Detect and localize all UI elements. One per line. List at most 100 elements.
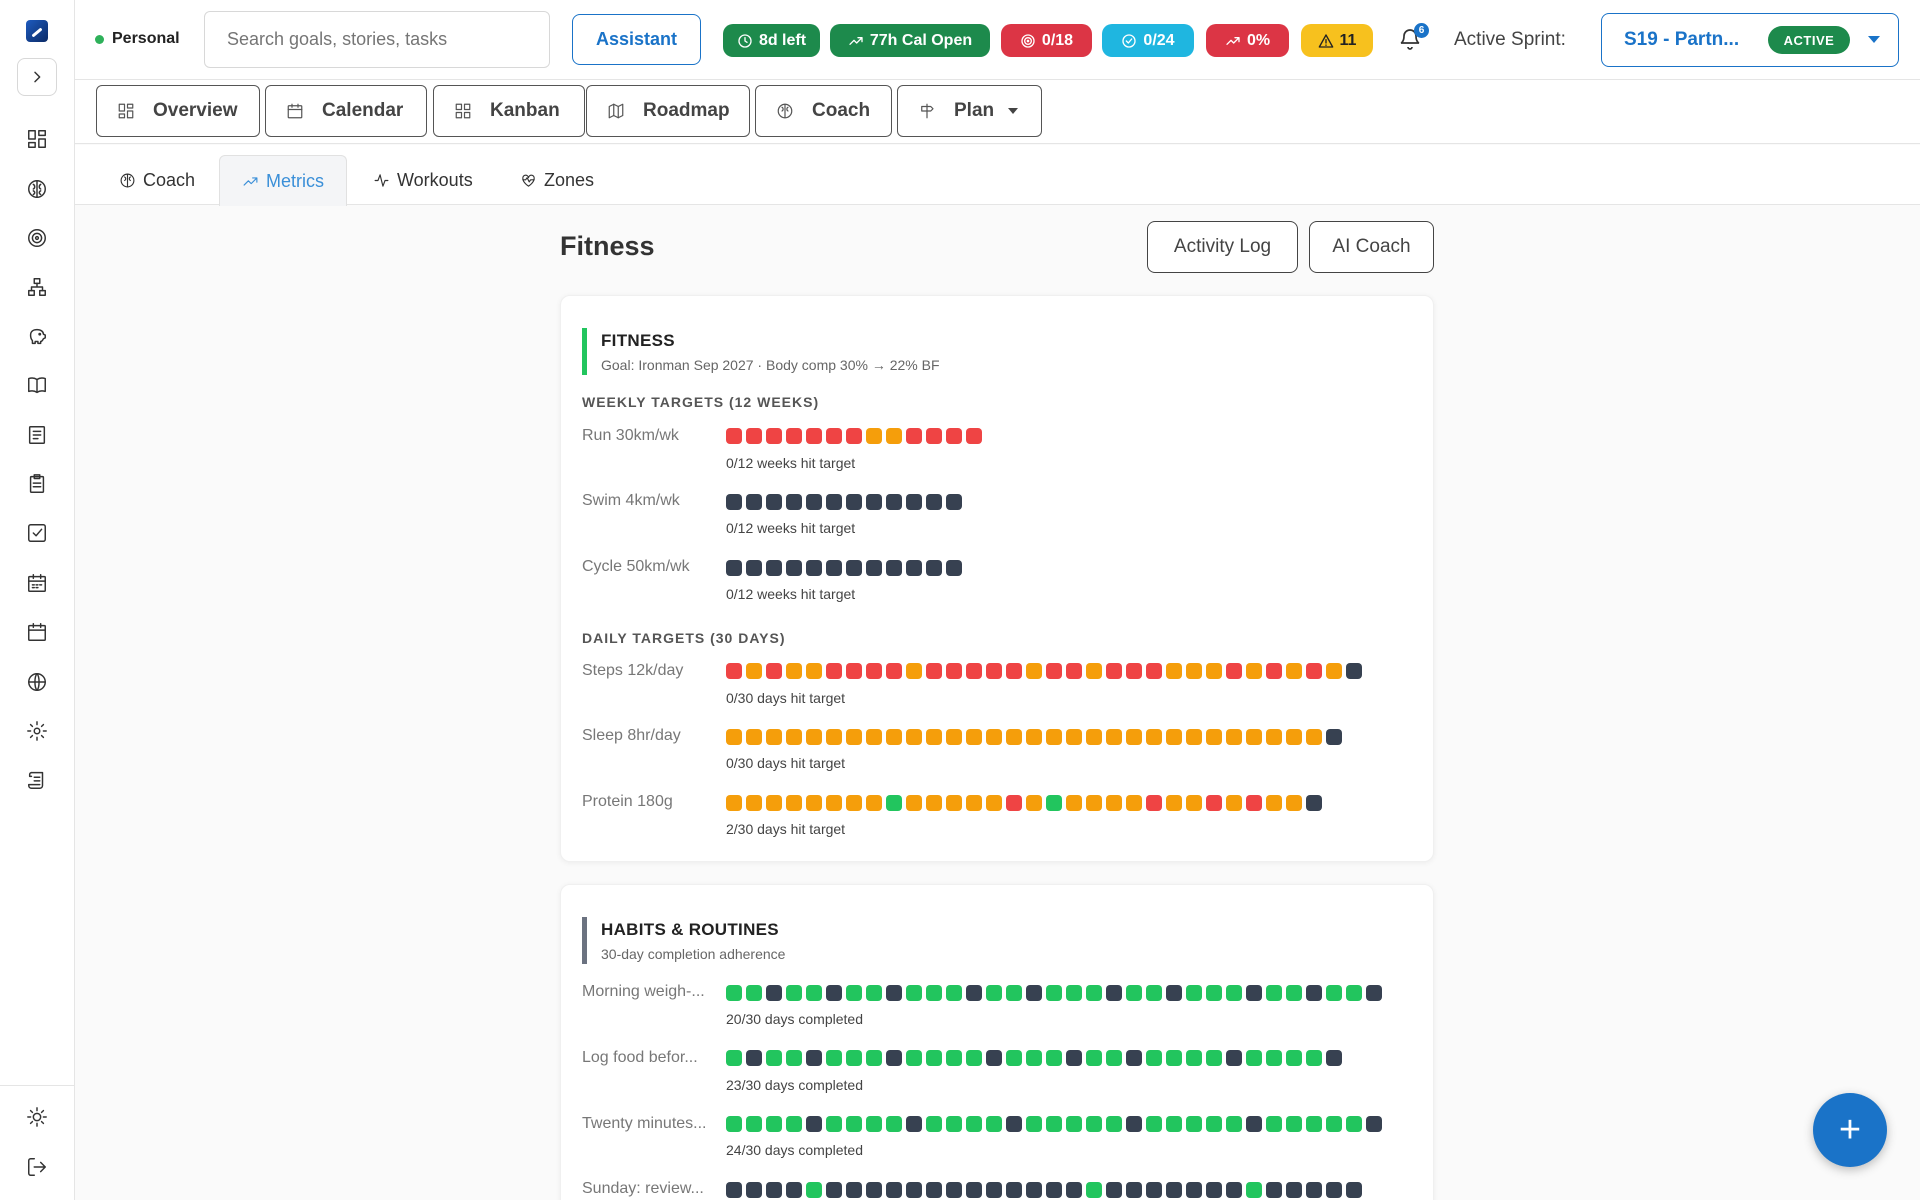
status-square [1006,1182,1022,1198]
assistant-button[interactable]: Assistant [572,14,701,65]
tab-coach[interactable]: Coach [755,85,892,137]
status-square [1346,985,1362,1001]
brain-icon[interactable] [24,176,50,202]
status-square [826,428,842,444]
status-square [766,1182,782,1198]
status-square [926,1050,942,1066]
sun-icon[interactable] [24,1104,50,1130]
status-square [886,985,902,1001]
clipboard-icon[interactable] [24,471,50,497]
status-square [906,494,922,510]
tab-kanban[interactable]: Kanban [433,85,585,137]
status-square [786,560,802,576]
status-square [1326,1182,1342,1198]
status-square [1166,1182,1182,1198]
subtab-workouts[interactable]: Workouts [351,155,495,206]
dashboard-icon[interactable] [24,126,50,152]
sprint-selector[interactable]: S19 - Partn... ACTIVE [1601,13,1899,67]
status-square [746,729,762,745]
tab-calendar[interactable]: Calendar [265,85,427,137]
status-square [1246,729,1262,745]
calendar-icon[interactable] [24,619,50,645]
globe-icon[interactable] [24,669,50,695]
row-caption: 0/30 days hit target [726,690,846,706]
tab-plan[interactable]: Plan [897,85,1042,137]
habit-squares [726,985,1382,1001]
status-square [946,985,962,1001]
activity-log-button[interactable]: Activity Log [1147,221,1298,273]
status-square [766,729,782,745]
status-square [986,1050,1002,1066]
sprint-label: Active Sprint: [1454,29,1566,50]
status-square [1126,795,1142,811]
status-square [1326,663,1342,679]
persona-selector[interactable]: Personal [95,30,180,48]
status-square [1066,663,1082,679]
status-square [766,494,782,510]
signpost-icon [921,103,934,119]
card-accent-bar [582,917,587,964]
top-bar: Personal Assistant 8d left 77h Cal Open … [75,0,1920,80]
status-square [1266,729,1282,745]
subtab-coach[interactable]: Coach [97,155,217,206]
status-square [1146,795,1162,811]
status-square [786,663,802,679]
days-left-pill[interactable]: 8d left [723,24,820,57]
chevron-down-icon [1008,108,1019,114]
status-square [1266,1050,1282,1066]
status-square [946,795,962,811]
status-square [1106,795,1122,811]
scroll-icon[interactable] [24,767,50,793]
pill-label: 0/24 [1143,31,1175,49]
tasks-pill[interactable]: 0/24 [1102,24,1194,57]
tab-label: Roadmap [643,100,730,121]
hierarchy-icon[interactable] [24,274,50,300]
search-input[interactable] [204,11,550,68]
logout-icon[interactable] [24,1154,50,1180]
notes-icon[interactable] [24,422,50,448]
tab-roadmap[interactable]: Roadmap [586,85,750,137]
warnings-pill[interactable]: 11 [1301,24,1373,57]
row-label: Sleep 8hr/day [582,727,681,744]
status-square [1046,1050,1062,1066]
expand-sidebar-button[interactable] [17,58,57,96]
piggy-bank-icon[interactable] [24,323,50,349]
status-square [1226,663,1242,679]
gear-icon[interactable] [24,718,50,744]
habit-label: Log food befor... [582,1049,698,1066]
calendar-grid-icon[interactable] [24,570,50,596]
row-caption: 0/30 days hit target [726,755,846,771]
grid-icon [455,103,471,119]
checkbox-icon[interactable] [24,520,50,546]
status-square [1286,729,1302,745]
status-square [1006,1050,1022,1066]
book-icon[interactable] [24,372,50,398]
subtab-zones[interactable]: Zones [498,155,616,206]
status-square [1126,729,1142,745]
goals-pill[interactable]: 0/18 [1001,24,1092,57]
activity-icon [374,174,389,187]
status-square [886,494,902,510]
tab-label: Kanban [490,100,560,121]
progress-pill[interactable]: 0% [1206,24,1289,57]
target-icon[interactable] [24,225,50,251]
status-square [926,428,942,444]
status-square [946,560,962,576]
habits-card: HABITS & ROUTINES 30-day completion adhe… [560,884,1434,1200]
status-square [746,1182,762,1198]
status-square [806,494,822,510]
ai-coach-button[interactable]: AI Coach [1309,221,1434,273]
subtab-metrics[interactable]: Metrics [219,155,347,206]
status-square [926,985,942,1001]
row-caption: 0/12 weeks hit target [726,520,856,536]
add-button[interactable]: + [1813,1093,1887,1167]
row-label: Swim 4km/wk [582,492,680,509]
app-logo[interactable] [26,20,48,42]
calendar-open-pill[interactable]: 77h Cal Open [830,24,990,57]
tab-overview[interactable]: Overview [96,85,260,137]
status-square [786,1182,802,1198]
habit-squares [726,1050,1342,1066]
status-square [946,1116,962,1132]
fitness-card: FITNESS Goal: Ironman Sep 2027 · Body co… [560,295,1434,862]
status-square [1086,1182,1102,1198]
